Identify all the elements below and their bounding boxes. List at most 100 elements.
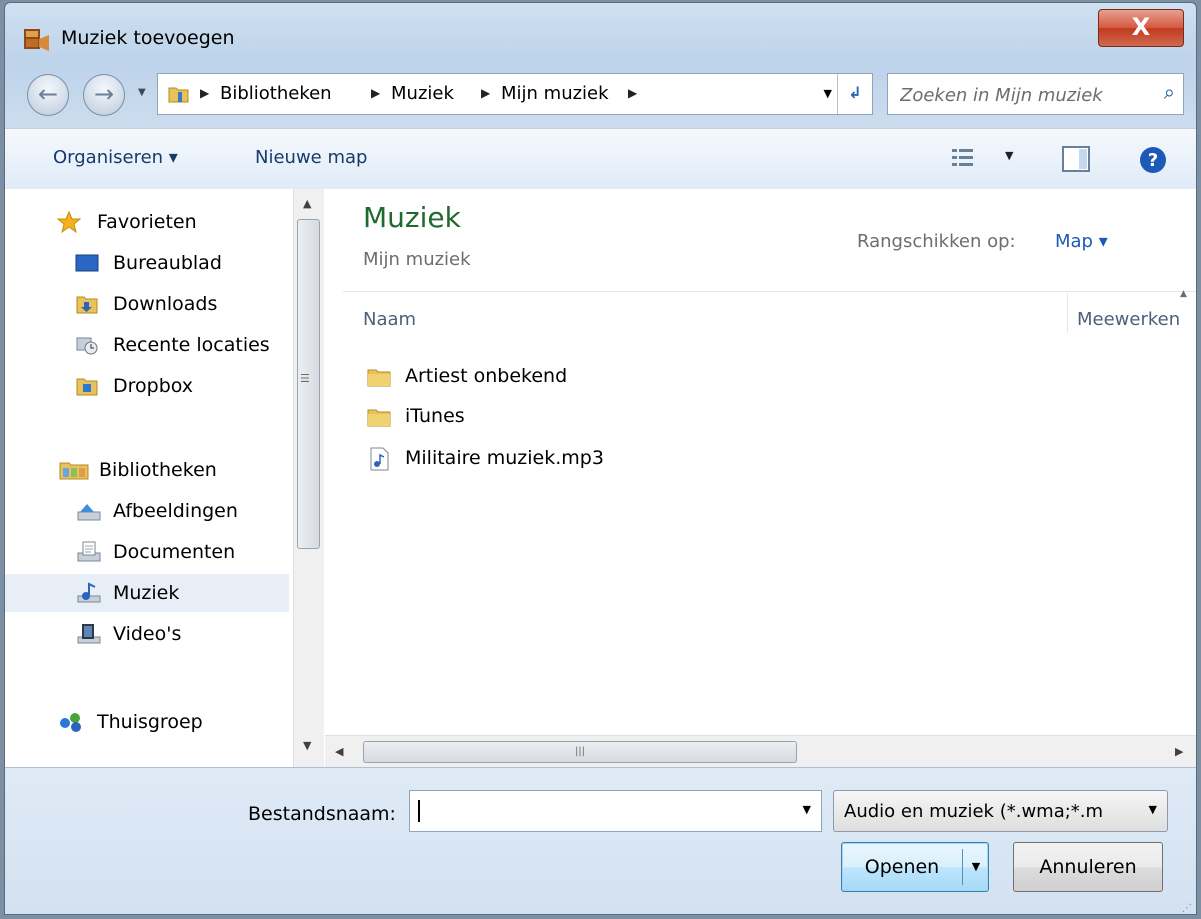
column-header-meewerken[interactable]: Meewerken (1077, 309, 1180, 330)
scroll-right-icon[interactable]: ▶ (1175, 745, 1183, 758)
back-arrow-icon: ← (37, 80, 59, 108)
address-dropdown-icon[interactable]: ▼ (824, 87, 832, 100)
window-title: Muziek toevoegen (61, 27, 235, 49)
search-icon[interactable]: ⌕ (1164, 80, 1175, 104)
sidebar-item-label: Documenten (113, 541, 236, 563)
svg-text:?: ? (1148, 150, 1158, 171)
sidebar-item-muziek[interactable]: Muziek (5, 574, 289, 612)
view-options-dropdown-icon[interactable]: ▼ (1005, 149, 1013, 162)
cancel-button[interactable]: Annuleren (1013, 842, 1163, 892)
open-button[interactable]: Openen (842, 843, 962, 891)
sidebar-item-bibliotheken[interactable]: Bibliotheken (5, 451, 289, 489)
search-box[interactable]: ⌕ (887, 73, 1184, 116)
breadcrumb-bibliotheken[interactable]: Bibliotheken (220, 83, 332, 104)
homegroup-icon (60, 713, 81, 732)
recent-places-icon (76, 337, 98, 355)
refresh-icon: ↲ (848, 83, 862, 102)
file-list-horizontal-scrollbar[interactable]: ◀ ||| ▶ (325, 735, 1196, 768)
forward-arrow-icon: → (93, 80, 115, 108)
navigation-pane: Favorieten Bureaublad Downloads Recente … (5, 189, 293, 767)
star-icon (57, 211, 81, 233)
breadcrumb-arrow-icon[interactable]: ▶ (200, 86, 209, 100)
filename-dropdown-icon[interactable]: ▼ (803, 803, 811, 816)
sidebar-item-label: Favorieten (97, 211, 197, 233)
breadcrumb-arrow-icon[interactable]: ▶ (371, 86, 380, 100)
library-folder-icon (168, 87, 189, 103)
dialog-body: Favorieten Bureaublad Downloads Recente … (5, 189, 1196, 768)
sidebar-item-dropbox[interactable]: Dropbox (5, 367, 289, 405)
change-view-icon[interactable] (950, 145, 978, 171)
file-open-dialog: Muziek toevoegen X ← → ▼ ▶ Bibliotheken … (4, 2, 1197, 915)
library-title: Muziek (363, 201, 461, 234)
filename-label: Bestandsnaam: (248, 803, 396, 825)
filter-dropdown-icon[interactable]: ▼ (1149, 803, 1157, 816)
sidebar-item-recente-locaties[interactable]: Recente locaties (5, 326, 289, 364)
preview-pane-icon[interactable] (1061, 145, 1091, 173)
refresh-button[interactable]: ↲ (837, 74, 872, 114)
desktop-icon (75, 254, 99, 272)
sidebar-item-downloads[interactable]: Downloads (5, 285, 289, 323)
breadcrumb-muziek[interactable]: Muziek (391, 83, 454, 104)
help-icon[interactable]: ? (1138, 145, 1168, 175)
file-name: Artiest onbekend (405, 365, 568, 387)
sidebar-item-label: Recente locaties (113, 334, 270, 356)
sidebar-item-label: Muziek (113, 582, 180, 604)
file-type-filter-select[interactable]: Audio en muziek (*.wma;*.m ▼ (833, 790, 1168, 832)
sidebar-item-favorieten[interactable]: Favorieten (5, 203, 289, 241)
close-button[interactable]: X (1098, 9, 1184, 47)
forward-button[interactable]: → (83, 74, 125, 116)
sidebar-item-label: Downloads (113, 293, 218, 315)
address-bar[interactable]: ▶ Bibliotheken ▶ Muziek ▶ Mijn muziek ▶ … (157, 73, 873, 115)
folder-icon (367, 369, 391, 387)
sidebar-item-documenten[interactable]: Documenten (5, 533, 289, 571)
filename-input[interactable] (410, 791, 790, 833)
folder-icon (367, 409, 391, 427)
breadcrumb-mijn-muziek[interactable]: Mijn muziek (501, 83, 609, 104)
sidebar-item-label: Afbeeldingen (113, 500, 238, 522)
sidebar-item-thuisgroep[interactable]: Thuisgroep (5, 703, 289, 741)
command-bar: Organiseren ▾ Nieuwe map ▼ ? (5, 128, 1196, 190)
text-cursor (418, 800, 420, 822)
dialog-footer: Bestandsnaam: ▼ Audio en muziek (*.wma;*… (5, 767, 1196, 914)
arrange-by-label: Rangschikken op: (857, 231, 1016, 252)
sidebar-item-label: Bureaublad (113, 252, 222, 274)
libraries-icon (59, 462, 89, 480)
file-list-item[interactable]: Artiest onbekend (363, 359, 763, 395)
filename-combobox[interactable]: ▼ (409, 790, 822, 833)
column-divider[interactable] (1067, 293, 1068, 333)
dropbox-folder-icon (76, 378, 98, 396)
file-list-item[interactable]: Militaire muziek.mp3 (363, 441, 763, 477)
new-folder-button[interactable]: Nieuwe map (255, 147, 367, 168)
file-name: iTunes (405, 405, 465, 427)
pictures-library-icon (77, 504, 101, 521)
resize-grip-icon[interactable]: ⋰ (1182, 904, 1192, 914)
scrollbar-thumb[interactable]: ||| (363, 741, 797, 763)
search-input[interactable] (888, 74, 1152, 116)
column-header-divider (343, 291, 1196, 292)
breadcrumb-arrow-icon[interactable]: ▶ (481, 86, 490, 100)
scrollbar-grip-icon: ☰ (300, 372, 310, 385)
scroll-down-icon[interactable]: ▼ (303, 739, 311, 752)
sidebar-item-label: Thuisgroep (97, 711, 203, 733)
title-bar[interactable]: Muziek toevoegen X (5, 3, 1196, 65)
recent-pages-dropdown-icon[interactable]: ▼ (138, 87, 146, 98)
open-split-button[interactable]: Openen ▼ (841, 842, 989, 892)
audio-file-icon (370, 447, 389, 471)
documents-library-icon (77, 541, 101, 562)
back-button[interactable]: ← (27, 74, 69, 116)
movie-maker-icon (24, 29, 49, 51)
scroll-left-icon[interactable]: ◀ (335, 745, 343, 758)
sidebar-item-bureaublad[interactable]: Bureaublad (5, 244, 289, 282)
sidebar-item-videos[interactable]: Video's (5, 615, 289, 653)
column-header-naam[interactable]: Naam (363, 309, 416, 330)
navigation-pane-scrollbar[interactable]: ▲ ☰ ▼ (293, 189, 324, 767)
sort-caret-icon: ▲ (1180, 289, 1187, 299)
open-options-dropdown-icon[interactable]: ▼ (963, 843, 989, 891)
scroll-up-icon[interactable]: ▲ (303, 197, 311, 210)
breadcrumb-arrow-icon[interactable]: ▶ (628, 86, 637, 100)
arrange-by-dropdown[interactable]: Map ▾ (1055, 231, 1108, 252)
organize-menu-button[interactable]: Organiseren ▾ (53, 147, 178, 168)
sidebar-item-afbeeldingen[interactable]: Afbeeldingen (5, 492, 289, 530)
file-list-pane: Muziek Mijn muziek Rangschikken op: Map … (325, 189, 1196, 767)
file-list-item[interactable]: iTunes (363, 399, 763, 435)
